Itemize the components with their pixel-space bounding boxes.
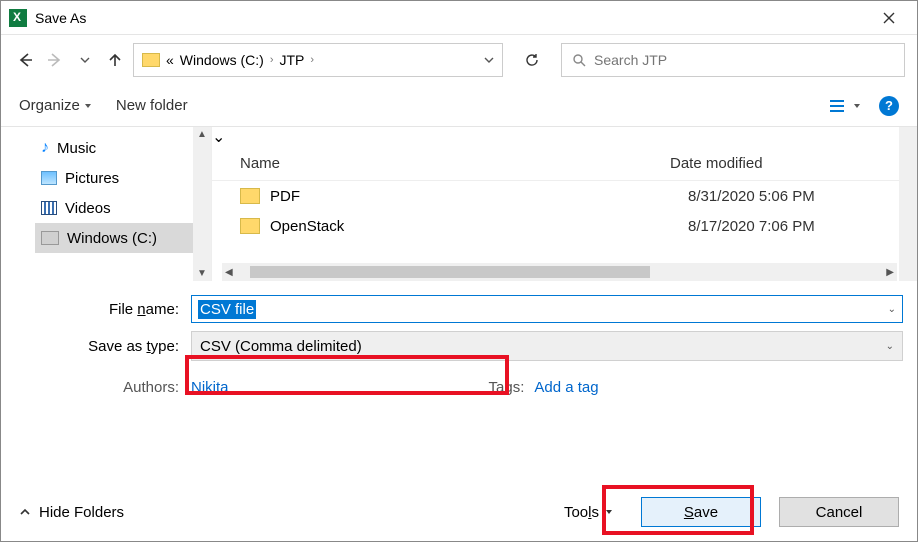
sidebar-item-drive-c[interactable]: Windows (C:) (35, 223, 211, 253)
vertical-scrollbar[interactable] (899, 127, 917, 281)
sidebar-item-label: Music (57, 140, 96, 157)
folder-icon (240, 188, 260, 204)
file-name: OpenStack (270, 218, 688, 235)
scroll-down-icon[interactable]: ▼ (197, 266, 207, 281)
breadcrumb-ellipsis[interactable]: « (166, 52, 174, 68)
filetype-value: CSV (Comma delimited) (200, 338, 362, 355)
breadcrumb-separator-icon: › (310, 54, 314, 66)
breadcrumb-separator-icon: › (270, 54, 274, 66)
file-date: 8/31/2020 5:06 PM (688, 188, 815, 205)
content-area: ♪ Music Pictures Videos Windows (C:) ▲ ▼… (1, 127, 917, 281)
search-box[interactable] (561, 43, 905, 77)
filename-label: File name: (15, 301, 191, 318)
scroll-right-icon[interactable]: ▶ (883, 267, 897, 278)
scroll-left-icon[interactable]: ◀ (222, 267, 236, 278)
chevron-down-icon[interactable]: ⌄ (886, 341, 894, 352)
column-header-name[interactable]: Name (240, 155, 670, 172)
tags-label: Tags: (489, 379, 535, 396)
tools-menu[interactable]: Tools (564, 504, 613, 521)
navigation-sidebar: ♪ Music Pictures Videos Windows (C:) ▲ ▼ (1, 127, 211, 281)
authors-label: Authors: (15, 379, 191, 396)
filename-value: CSV file (198, 300, 256, 319)
refresh-button[interactable] (515, 43, 549, 77)
search-input[interactable] (594, 52, 894, 68)
column-sort-indicator-icon: ⌄ (212, 129, 225, 146)
chevron-down-icon[interactable]: ⌄ (888, 304, 896, 315)
chevron-down-icon[interactable] (484, 55, 494, 65)
sidebar-item-pictures[interactable]: Pictures (35, 163, 211, 193)
folder-icon (240, 218, 260, 234)
arrow-up-icon (107, 51, 123, 69)
drive-icon (41, 231, 59, 245)
caret-down-icon (605, 508, 613, 516)
file-row[interactable]: PDF 8/31/2020 5:06 PM (212, 181, 917, 211)
dialog-footer: Hide Folders Tools Save Cancel (1, 483, 917, 541)
arrow-right-icon (46, 51, 64, 69)
file-name: PDF (270, 188, 688, 205)
file-date: 8/17/2020 7:06 PM (688, 218, 815, 235)
close-button[interactable] (869, 3, 909, 33)
filetype-label: Save as type: (15, 338, 191, 355)
arrow-left-icon (16, 51, 34, 69)
sidebar-item-label: Videos (65, 200, 111, 217)
scroll-up-icon[interactable]: ▲ (197, 127, 207, 142)
cancel-button[interactable]: Cancel (779, 497, 899, 527)
filetype-select[interactable]: CSV (Comma delimited) ⌄ (191, 331, 903, 361)
help-button[interactable]: ? (879, 96, 899, 116)
close-icon (883, 12, 895, 24)
sidebar-item-label: Windows (C:) (67, 230, 157, 247)
column-header-date[interactable]: Date modified (670, 155, 763, 172)
sidebar-item-label: Pictures (65, 170, 119, 187)
save-button[interactable]: Save (641, 497, 761, 527)
sidebar-item-videos[interactable]: Videos (35, 193, 211, 223)
authors-value[interactable]: Nikita (191, 379, 229, 396)
folder-icon (142, 53, 160, 67)
up-button[interactable] (103, 48, 127, 72)
recent-locations-dropdown[interactable] (73, 48, 97, 72)
refresh-icon (524, 52, 540, 68)
organize-menu[interactable]: Organize (19, 97, 92, 114)
filename-input[interactable]: CSV file ⌄ (191, 295, 903, 323)
list-view-icon (829, 99, 849, 113)
horizontal-scrollbar[interactable]: ◀ ▶ (222, 263, 897, 281)
view-options-button[interactable] (829, 99, 861, 113)
breadcrumb-part2[interactable]: JTP (279, 52, 304, 68)
window-title: Save As (35, 10, 86, 26)
hide-folders-label: Hide Folders (39, 504, 124, 521)
new-folder-button[interactable]: New folder (116, 97, 188, 114)
cancel-label: Cancel (816, 504, 863, 521)
title-bar: Save As (1, 1, 917, 35)
chevron-down-icon (80, 55, 90, 65)
organize-label: Organize (19, 97, 80, 114)
address-bar[interactable]: « Windows (C:) › JTP › (133, 43, 503, 77)
command-toolbar: Organize New folder ? (1, 85, 917, 127)
navigation-row: « Windows (C:) › JTP › (1, 35, 917, 85)
save-form: File name: CSV file ⌄ Save as type: CSV … (1, 281, 917, 396)
chevron-up-icon (19, 506, 31, 518)
forward-button[interactable] (43, 48, 67, 72)
column-headers: Name Date modified (212, 147, 917, 181)
hide-folders-button[interactable]: Hide Folders (19, 504, 124, 521)
search-icon (572, 53, 586, 67)
pictures-icon (41, 171, 57, 185)
back-button[interactable] (13, 48, 37, 72)
tags-value[interactable]: Add a tag (534, 379, 598, 396)
videos-icon (41, 201, 57, 215)
breadcrumb-part1[interactable]: Windows (C:) (180, 52, 264, 68)
file-list-pane: ⌄ Name Date modified PDF 8/31/2020 5:06 … (211, 127, 917, 281)
excel-app-icon (9, 9, 27, 27)
scrollbar-thumb[interactable] (250, 266, 650, 278)
sidebar-scrollbar[interactable]: ▲ ▼ (193, 127, 211, 281)
music-icon: ♪ (41, 139, 49, 157)
caret-down-icon (853, 102, 861, 110)
caret-down-icon (84, 102, 92, 110)
sidebar-item-music[interactable]: ♪ Music (35, 133, 211, 163)
file-row[interactable]: OpenStack 8/17/2020 7:06 PM (212, 211, 917, 241)
